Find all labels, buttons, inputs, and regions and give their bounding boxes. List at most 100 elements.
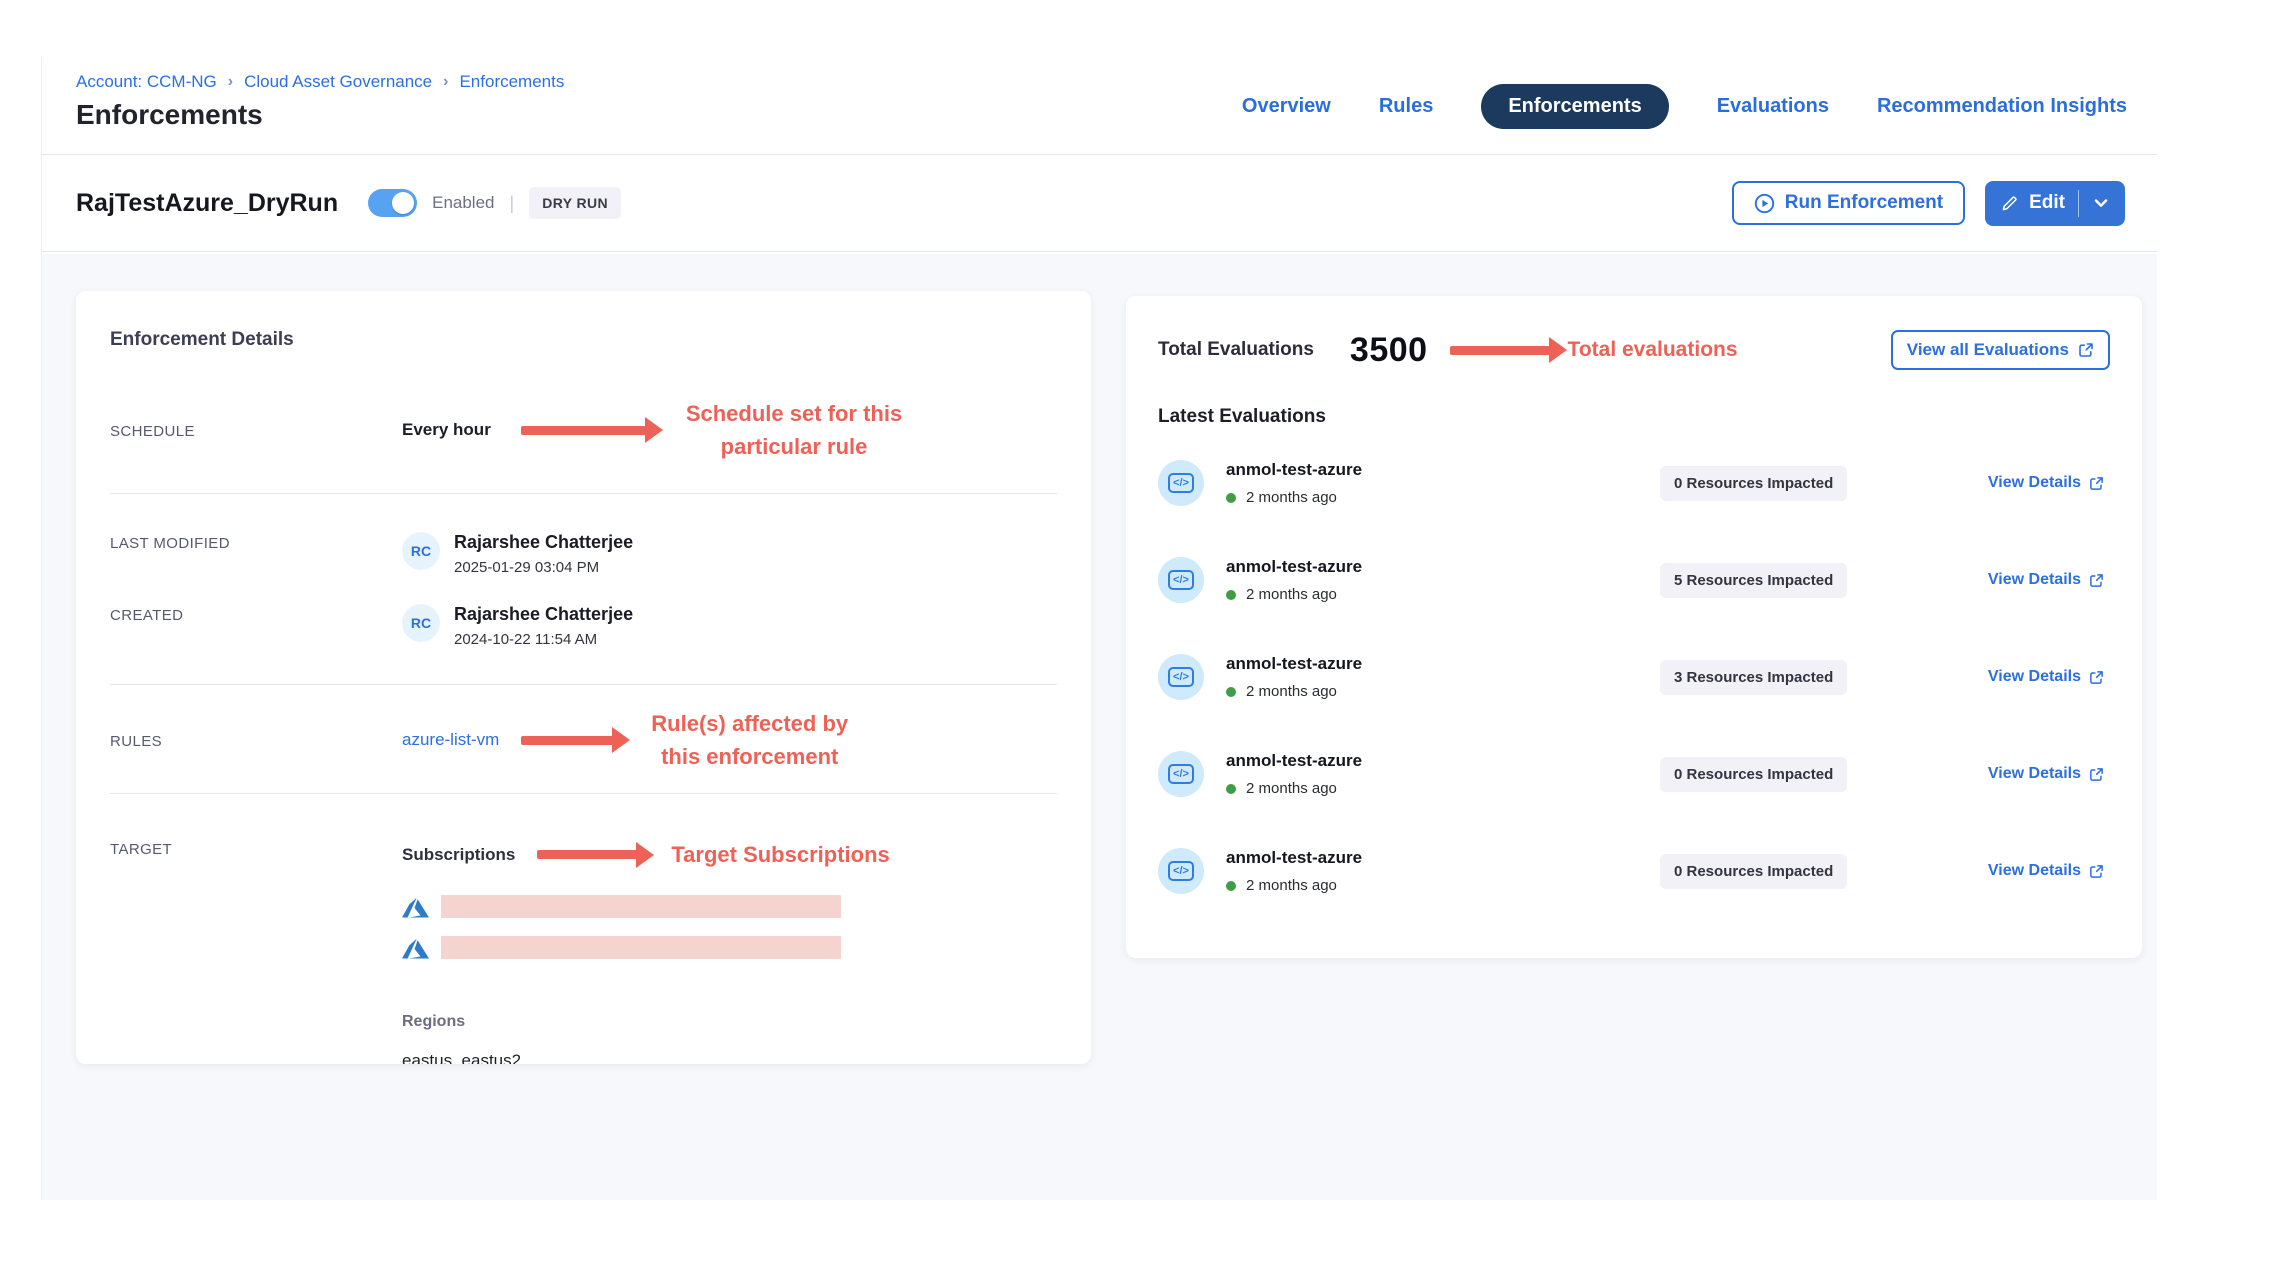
rule-code-icon: </> [1158,557,1204,603]
evaluation-row: </> anmol-test-azure 2 months ago 0 Reso… [1158,822,2110,919]
breadcrumb: Account: CCM-NG › Cloud Asset Governance… [76,72,564,92]
view-all-evaluations-button[interactable]: View all Evaluations [1891,330,2110,370]
annotation-arrow [521,736,613,745]
tab-overview[interactable]: Overview [1242,95,1331,118]
evaluation-row: </> anmol-test-azure 2 months ago 5 Reso… [1158,531,2110,628]
rule-link[interactable]: azure-list-vm [402,730,499,750]
resources-impacted-badge: 0 Resources Impacted [1660,757,1847,792]
total-evaluations-annotation: Total evaluations [1568,338,1738,362]
resources-impacted-badge: 3 Resources Impacted [1660,660,1847,695]
total-evaluations-label: Total Evaluations [1158,339,1314,361]
status-dot-icon [1226,784,1236,794]
rules-annotation: Rule(s) affected by this enforcement [651,707,848,773]
view-all-evaluations-label: View all Evaluations [1907,340,2069,360]
vertical-divider: | [510,193,515,214]
last-modified-timestamp: 2025-01-29 03:04 PM [454,559,633,576]
schedule-label: SCHEDULE [110,420,402,440]
evaluations-card: Total Evaluations 3500 Total evaluations… [1126,296,2142,958]
evaluation-time: 2 months ago [1246,877,1337,894]
rule-code-icon: </> [1158,460,1204,506]
view-details-link[interactable]: View Details [1988,765,2104,783]
breadcrumb-item-enforcements[interactable]: Enforcements [459,72,564,92]
rule-code-icon: </> [1158,751,1204,797]
tab-recommendation-insights[interactable]: Recommendation Insights [1877,95,2127,118]
evaluations-header: Total Evaluations 3500 Total evaluations… [1158,330,2110,370]
created-label: CREATED [110,604,402,624]
evaluation-name: anmol-test-azure [1226,848,1660,868]
target-label: TARGET [110,838,402,858]
schedule-annotation: Schedule set for this particular rule [686,397,902,463]
button-divider [2078,190,2079,217]
tab-enforcements[interactable]: Enforcements [1481,84,1668,129]
page-header: Account: CCM-NG › Cloud Asset Governance… [42,57,2157,155]
enforcement-name: RajTestAzure_DryRun [76,189,338,218]
evaluation-row: </> anmol-test-azure 2 months ago 0 Reso… [1158,434,2110,531]
dry-run-badge: DRY RUN [529,187,621,219]
rule-code-icon: </> [1158,848,1204,894]
pencil-icon [2000,194,2019,213]
regions-label: Regions [402,1013,890,1031]
edit-button[interactable]: Edit [2000,192,2065,214]
created-row: CREATED RC Rajarshee Chatterjee 2024-10-… [110,604,1057,648]
external-link-icon [2089,767,2104,782]
external-link-icon [2089,573,2104,588]
play-circle-icon [1754,193,1775,214]
regions-value: eastus, eastus2 [402,1051,890,1064]
evaluation-name: anmol-test-azure [1226,557,1660,577]
enforcement-details-card: Enforcement Details SCHEDULE Every hour … [76,291,1091,1064]
last-modified-user: Rajarshee Chatterjee [454,532,633,553]
tab-evaluations[interactable]: Evaluations [1717,95,1829,118]
divider [110,493,1057,494]
evaluation-row: </> anmol-test-azure 2 months ago 3 Reso… [1158,628,2110,725]
main-panel: Account: CCM-NG › Cloud Asset Governance… [41,57,2157,1200]
breadcrumb-item-account[interactable]: Account: CCM-NG [76,72,217,92]
last-modified-row: LAST MODIFIED RC Rajarshee Chatterjee 20… [110,532,1057,576]
tab-rules[interactable]: Rules [1379,95,1433,118]
page-body: Enforcement Details SCHEDULE Every hour … [42,254,2157,1200]
view-details-link[interactable]: View Details [1988,571,2104,589]
status-dot-icon [1226,590,1236,600]
breadcrumb-chevron-icon: › [443,73,448,91]
redacted-subscription-name [441,936,841,959]
external-link-icon [2089,864,2104,879]
evaluation-row: </> anmol-test-azure 2 months ago 0 Reso… [1158,725,2110,822]
chevron-down-icon[interactable] [2092,194,2110,212]
details-card-heading: Enforcement Details [110,329,1057,351]
subscription-item [402,934,890,961]
toggle-knob [392,192,414,214]
created-user: Rajarshee Chatterjee [454,604,633,625]
rules-row: RULES azure-list-vm Rule(s) affected by … [110,707,1057,773]
view-details-link[interactable]: View Details [1988,474,2104,492]
annotation-arrow [537,850,637,859]
schedule-value: Every hour [402,420,491,440]
avatar: RC [402,604,440,642]
breadcrumb-chevron-icon: › [228,73,233,91]
view-details-link[interactable]: View Details [1988,668,2104,686]
breadcrumb-item-governance[interactable]: Cloud Asset Governance [244,72,432,92]
evaluation-name: anmol-test-azure [1226,460,1660,480]
edit-button-label: Edit [2029,192,2065,214]
divider [110,684,1057,685]
created-timestamp: 2024-10-22 11:54 AM [454,631,633,648]
subscription-item [402,893,890,920]
latest-evaluations-heading: Latest Evaluations [1158,406,2110,428]
schedule-row: SCHEDULE Every hour Schedule set for thi… [110,397,1057,463]
run-enforcement-label: Run Enforcement [1785,192,1943,214]
resources-impacted-badge: 5 Resources Impacted [1660,563,1847,598]
total-evaluations-value: 3500 [1350,331,1428,370]
evaluation-time: 2 months ago [1246,683,1337,700]
status-dot-icon [1226,493,1236,503]
external-link-icon [2078,342,2094,358]
target-row: TARGET Subscriptions Target Subscription… [110,838,1057,1064]
azure-icon [402,934,429,961]
evaluation-time: 2 months ago [1246,780,1337,797]
redacted-subscription-name [441,895,841,918]
avatar: RC [402,532,440,570]
enabled-toggle[interactable] [368,189,417,217]
run-enforcement-button[interactable]: Run Enforcement [1732,181,1965,225]
rules-label: RULES [110,730,402,750]
view-details-link[interactable]: View Details [1988,862,2104,880]
page-title: Enforcements [76,99,263,131]
external-link-icon [2089,476,2104,491]
annotation-arrow [521,426,646,435]
